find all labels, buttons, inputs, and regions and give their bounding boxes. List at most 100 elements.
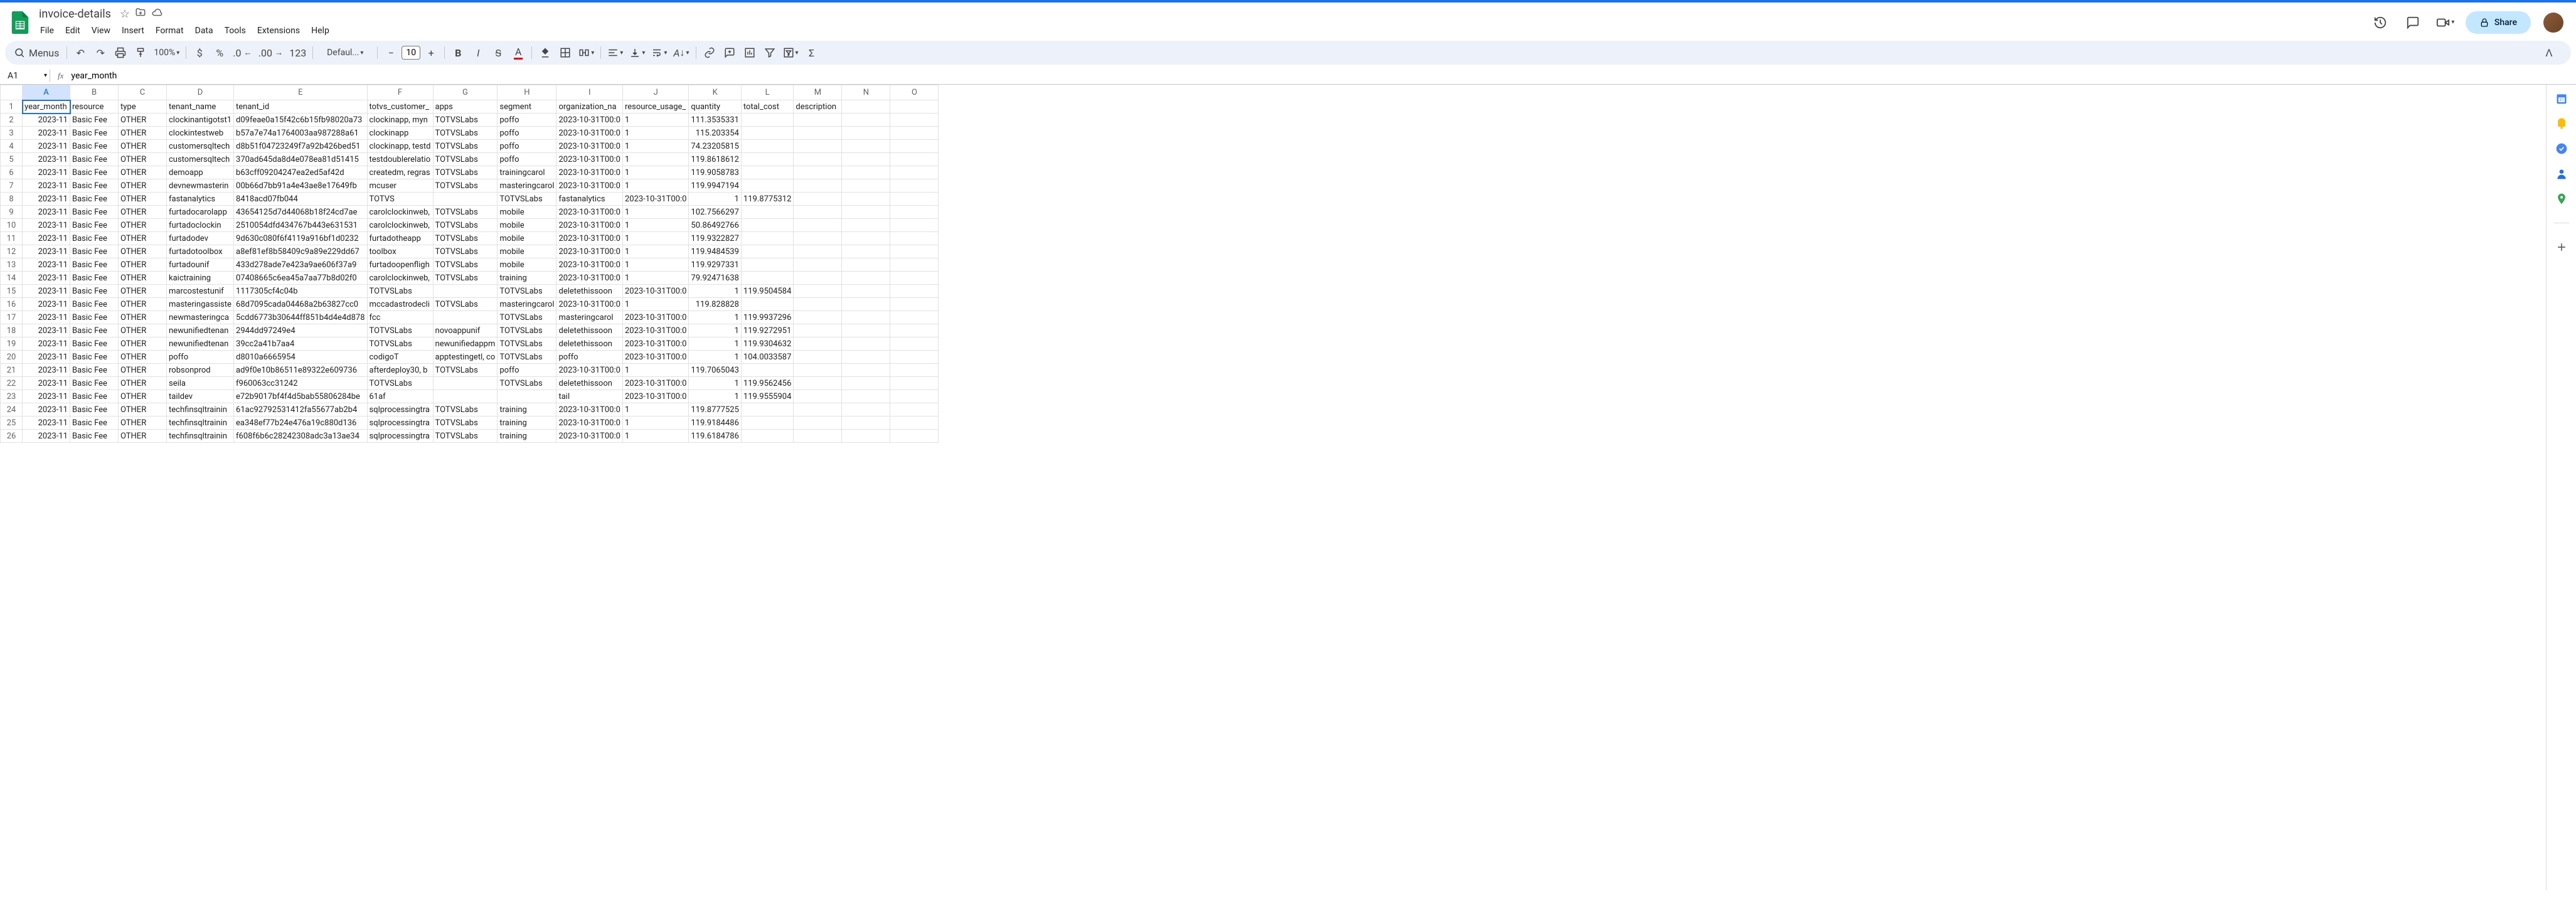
cell-H4[interactable]: poffo (498, 140, 556, 153)
cell-I13[interactable]: 2023-10-31T00:0 (556, 258, 622, 272)
cell-K24[interactable]: 119.8777525 (689, 403, 742, 416)
cell-N21[interactable] (842, 364, 890, 377)
cell-F3[interactable]: clockinapp (367, 127, 433, 140)
cell-N8[interactable] (842, 193, 890, 206)
cell-N12[interactable] (842, 245, 890, 258)
cell-I25[interactable]: 2023-10-31T00:0 (556, 416, 622, 430)
cell-D7[interactable]: devnewmasterin (167, 179, 234, 193)
cell-A12[interactable]: 2023-11 (23, 245, 70, 258)
cell-F8[interactable]: TOTVS (367, 193, 433, 206)
cell-A21[interactable]: 2023-11 (23, 364, 70, 377)
row-header-1[interactable]: 1 (1, 100, 23, 114)
history-icon[interactable] (2368, 10, 2393, 35)
cell-K12[interactable]: 119.9484539 (689, 245, 742, 258)
cell-H8[interactable]: TOTVSLabs (498, 193, 556, 206)
font-select[interactable]: Defaul...▾ (317, 43, 373, 62)
cell-F14[interactable]: carolclockinweb, (367, 272, 433, 285)
cell-J11[interactable]: 1 (622, 232, 688, 245)
cell-E25[interactable]: ea348ef77b24e476a19c880d136 (234, 416, 367, 430)
cell-C2[interactable]: OTHER (119, 114, 167, 127)
cell-I22[interactable]: deletethissoon (556, 377, 622, 390)
cell-H1[interactable]: segment (498, 100, 556, 114)
cell-O2[interactable] (890, 114, 939, 127)
cell-C1[interactable]: type (119, 100, 167, 114)
cell-K25[interactable]: 119.9184486 (689, 416, 742, 430)
cell-E19[interactable]: 39cc2a41b7aa4 (234, 337, 367, 351)
cell-I12[interactable]: 2023-10-31T00:0 (556, 245, 622, 258)
cell-F1[interactable]: totvs_customer_ (367, 100, 433, 114)
cell-N19[interactable] (842, 337, 890, 351)
cell-L1[interactable]: total_cost (741, 100, 794, 114)
cell-O10[interactable] (890, 219, 939, 232)
cell-E9[interactable]: 43654125d7d44068b18f24cd7ae (234, 206, 367, 219)
cloud-icon[interactable] (151, 7, 162, 21)
horizontal-align-icon[interactable]: ▾ (605, 43, 625, 62)
cell-N13[interactable] (842, 258, 890, 272)
cell-B17[interactable]: Basic Fee (70, 311, 119, 324)
row-header-18[interactable]: 18 (1, 324, 23, 337)
cell-F20[interactable]: codigoT (367, 351, 433, 364)
cell-K21[interactable]: 119.7065043 (689, 364, 742, 377)
cell-J17[interactable]: 2023-10-31T00:0 (622, 311, 688, 324)
cell-M5[interactable] (794, 153, 842, 166)
cell-M10[interactable] (794, 219, 842, 232)
cell-K9[interactable]: 102.7566297 (689, 206, 742, 219)
cell-E21[interactable]: ad9f0e10b86511e89322e609736 (234, 364, 367, 377)
menu-help[interactable]: Help (306, 23, 334, 38)
cell-M1[interactable]: description (794, 100, 842, 114)
cell-L23[interactable]: 119.9555904 (741, 390, 794, 403)
redo-icon[interactable]: ↷ (91, 43, 110, 62)
cell-C4[interactable]: OTHER (119, 140, 167, 153)
text-color-icon[interactable]: A (509, 43, 528, 62)
cell-E20[interactable]: d8010a6665954 (234, 351, 367, 364)
cell-L18[interactable]: 119.9272951 (741, 324, 794, 337)
cell-G15[interactable] (433, 285, 498, 298)
collapse-toolbar-icon[interactable]: ᐱ (2540, 43, 2558, 62)
move-icon[interactable] (135, 7, 146, 21)
cell-O3[interactable] (890, 127, 939, 140)
text-rotation-icon[interactable]: A↓▾ (671, 43, 691, 62)
column-header-O[interactable]: O (890, 85, 939, 100)
cell-I20[interactable]: poffo (556, 351, 622, 364)
cell-K15[interactable]: 1 (689, 285, 742, 298)
cell-G10[interactable]: TOTVSLabs (433, 219, 498, 232)
merge-cells-icon[interactable]: ▾ (576, 43, 597, 62)
row-header-23[interactable]: 23 (1, 390, 23, 403)
cell-M25[interactable] (794, 416, 842, 430)
cell-B7[interactable]: Basic Fee (70, 179, 119, 193)
cell-A3[interactable]: 2023-11 (23, 127, 70, 140)
cell-H26[interactable]: training (498, 430, 556, 443)
cell-K1[interactable]: quantity (689, 100, 742, 114)
menu-extensions[interactable]: Extensions (252, 23, 305, 38)
row-header-10[interactable]: 10 (1, 219, 23, 232)
cell-G1[interactable]: apps (433, 100, 498, 114)
bold-icon[interactable]: B (449, 43, 467, 62)
cell-A18[interactable]: 2023-11 (23, 324, 70, 337)
cell-M8[interactable] (794, 193, 842, 206)
cell-B24[interactable]: Basic Fee (70, 403, 119, 416)
cell-N5[interactable] (842, 153, 890, 166)
cell-J4[interactable]: 1 (622, 140, 688, 153)
cell-D2[interactable]: clockinantigotst1 (167, 114, 234, 127)
cell-E8[interactable]: 8418acd07fb044 (234, 193, 367, 206)
italic-icon[interactable]: I (469, 43, 487, 62)
cell-A10[interactable]: 2023-11 (23, 219, 70, 232)
cell-O26[interactable] (890, 430, 939, 443)
cell-J6[interactable]: 1 (622, 166, 688, 179)
cell-B12[interactable]: Basic Fee (70, 245, 119, 258)
cell-G4[interactable]: TOTVSLabs (433, 140, 498, 153)
row-header-22[interactable]: 22 (1, 377, 23, 390)
cell-O6[interactable] (890, 166, 939, 179)
cell-B5[interactable]: Basic Fee (70, 153, 119, 166)
column-header-H[interactable]: H (498, 85, 556, 100)
cell-A1[interactable]: year_month (23, 100, 70, 114)
cell-J10[interactable]: 1 (622, 219, 688, 232)
cell-O13[interactable] (890, 258, 939, 272)
row-header-20[interactable]: 20 (1, 351, 23, 364)
cell-E3[interactable]: b57a7e74a1764003aa987288a61 (234, 127, 367, 140)
cell-J2[interactable]: 1 (622, 114, 688, 127)
cell-O17[interactable] (890, 311, 939, 324)
cell-M12[interactable] (794, 245, 842, 258)
cell-A20[interactable]: 2023-11 (23, 351, 70, 364)
cell-I8[interactable]: fastanalytics (556, 193, 622, 206)
